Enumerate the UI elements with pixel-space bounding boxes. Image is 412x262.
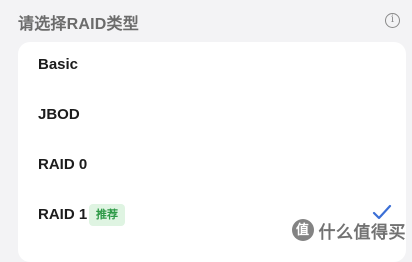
recommended-badge: 推荐 xyxy=(89,204,125,226)
option-basic[interactable]: Basic xyxy=(18,42,406,92)
watermark: 值 什么值得买 xyxy=(291,217,407,243)
option-raid0[interactable]: RAID 0 xyxy=(18,142,406,192)
option-jbod[interactable]: JBOD xyxy=(18,92,406,142)
info-icon[interactable]: i xyxy=(385,13,400,28)
option-label: RAID 1 xyxy=(38,206,88,223)
option-label: JBOD xyxy=(38,106,80,123)
option-label: RAID 0 xyxy=(38,156,88,173)
section-header: 请选择RAID类型 i xyxy=(18,7,402,37)
watermark-text: 什么值得买 xyxy=(318,222,406,242)
option-label: Basic xyxy=(38,56,79,73)
watermark-logo-icon: 值 xyxy=(291,219,314,241)
page-title: 请选择RAID类型 xyxy=(18,16,139,33)
